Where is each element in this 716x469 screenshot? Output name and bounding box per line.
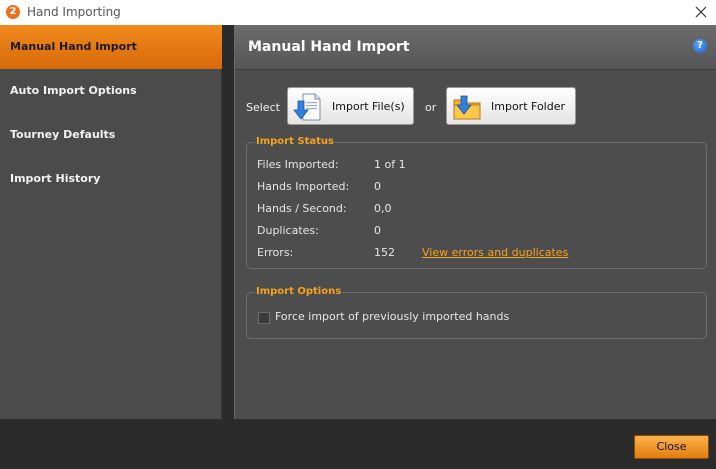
hands-per-second-label: Hands / Second:	[257, 202, 347, 215]
or-label: or	[425, 101, 437, 114]
duplicates-value: 0	[374, 224, 381, 237]
hands-imported-value: 0	[374, 180, 381, 193]
import-options-group: Import Options Force import of previousl…	[246, 286, 707, 339]
errors-label: Errors:	[257, 246, 294, 259]
sidebar-item-auto-import-options[interactable]: Auto Import Options	[0, 69, 222, 113]
view-errors-link[interactable]: View errors and duplicates	[422, 246, 568, 259]
import-status-legend: Import Status	[255, 136, 335, 147]
import-files-label: Import File(s)	[332, 100, 405, 113]
window-title: Hand Importing	[27, 5, 121, 19]
page-title: Manual Hand Import	[248, 39, 410, 55]
import-options-legend: Import Options	[255, 286, 343, 297]
main-panel: Manual Hand Import ? Select Import File(…	[234, 25, 716, 419]
import-folder-icon	[453, 95, 481, 120]
errors-value: 152	[374, 246, 395, 259]
sidebar-item-manual-hand-import[interactable]: Manual Hand Import	[0, 25, 222, 69]
sidebar-item-tourney-defaults[interactable]: Tourney Defaults	[0, 113, 222, 157]
import-status-group: Import Status Files Imported: 1 of 1 Han…	[246, 136, 707, 269]
import-file-icon	[293, 93, 321, 121]
sidebar: Manual Hand Import Auto Import Options T…	[0, 25, 222, 419]
force-import-label: Force import of previously imported hand…	[275, 310, 510, 323]
panel-header: Manual Hand Import ?	[235, 25, 716, 70]
app-logo-icon: 2	[6, 5, 20, 19]
import-files-button[interactable]: Import File(s)	[287, 87, 414, 125]
force-import-checkbox[interactable]	[258, 312, 270, 324]
import-folder-button[interactable]: Import Folder	[446, 87, 576, 125]
files-imported-value: 1 of 1	[374, 158, 406, 171]
import-folder-label: Import Folder	[491, 100, 565, 113]
help-icon[interactable]: ?	[693, 39, 707, 53]
close-button[interactable]: Close	[634, 435, 709, 459]
hands-imported-label: Hands Imported:	[257, 180, 350, 193]
title-bar: 2 Hand Importing	[0, 0, 716, 25]
sidebar-item-import-history[interactable]: Import History	[0, 157, 222, 201]
select-label: Select	[246, 101, 280, 114]
close-icon[interactable]	[692, 3, 710, 21]
files-imported-label: Files Imported:	[257, 158, 339, 171]
dialog-body: Manual Hand Import Auto Import Options T…	[0, 25, 716, 469]
hands-per-second-value: 0,0	[374, 202, 392, 215]
duplicates-label: Duplicates:	[257, 224, 319, 237]
